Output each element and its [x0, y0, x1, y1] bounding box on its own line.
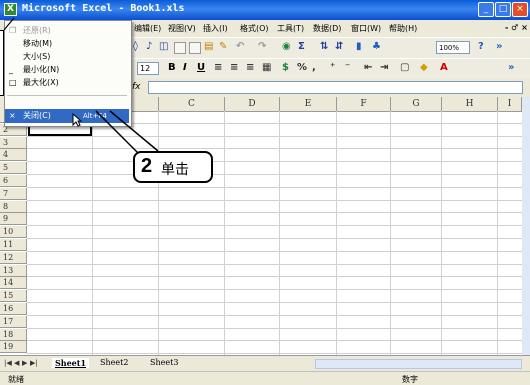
callout-line-right	[109, 110, 159, 152]
callout-step-number: 2	[141, 155, 153, 177]
callout-leader-lines	[3, 17, 159, 156]
step-callout: 2 单击	[133, 151, 213, 183]
excel-window: X Microsoft Excel - Book1.xls _ □ × 编辑(E…	[0, 0, 530, 385]
callout-text: 单击	[161, 162, 189, 178]
bracket-leader-line	[3, 17, 15, 31]
